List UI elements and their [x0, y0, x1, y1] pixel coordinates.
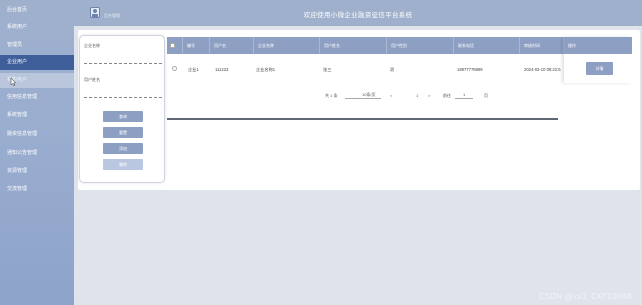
user-name-label: 用户姓名: [84, 77, 100, 82]
row-checkbox[interactable]: [172, 66, 177, 71]
col-username: 用户名: [210, 37, 254, 54]
page-size-label: 10条/页: [362, 92, 376, 97]
company-name-input[interactable]: [84, 63, 162, 64]
watermark: CSDN @vx2_CKF10088: [539, 292, 632, 301]
col-gender: 用户性别: [387, 37, 454, 54]
sidebar-item-system-mgmt[interactable]: 系统管理: [0, 108, 74, 123]
col-time: 审核时间: [520, 37, 564, 54]
col-phone: 联系电话: [454, 37, 520, 54]
delete-button[interactable]: 删除: [103, 159, 143, 170]
goto-page-input[interactable]: 1: [455, 91, 473, 99]
cell-time: 2024-03-10 09:22:5: [524, 67, 561, 72]
sidebar-item-financing[interactable]: 融资信息管理: [0, 127, 74, 142]
sidebar-item-institution-users[interactable]: 机构用户: [0, 73, 74, 88]
goto-label: 前往: [443, 93, 451, 98]
details-button[interactable]: 详情: [586, 62, 613, 75]
sidebar-item-resource[interactable]: 资源管理: [0, 164, 74, 179]
search-button[interactable]: 查询: [103, 111, 143, 122]
user-name-input[interactable]: [84, 97, 162, 98]
header-select-all[interactable]: [167, 37, 183, 54]
select-all-checkbox[interactable]: [170, 43, 175, 48]
cell-id: 企业1: [188, 67, 199, 72]
goto-page-value: 1: [463, 92, 466, 97]
op-column: 操作: [564, 37, 632, 83]
page-unit-label: 页: [484, 93, 488, 98]
cell-phone: 18977778899: [457, 67, 483, 72]
horizontal-scrollbar[interactable]: [167, 118, 558, 120]
col-id: 编号: [183, 37, 210, 54]
sidebar-item-communication[interactable]: 交流管理: [0, 182, 74, 197]
col-operations: 操作: [564, 37, 632, 54]
cell-company: 企业名称1: [256, 67, 276, 72]
header: 后台管理 欢迎使用小微企业融资征信平台系统: [74, 0, 642, 26]
sidebar-item-credit-info[interactable]: 信用信息管理: [0, 90, 74, 105]
sidebar-item-notice[interactable]: 通知公告管理: [0, 146, 74, 161]
page-title: 欢迎使用小微企业融资征信平台系统: [303, 12, 413, 19]
reset-button[interactable]: 重置: [103, 127, 143, 138]
company-name-label: 企业名称: [84, 43, 100, 48]
prev-page-button[interactable]: <: [390, 93, 392, 98]
sidebar-item-home[interactable]: 后台首页: [0, 3, 74, 18]
page-size-select[interactable]: 10条/页: [345, 91, 381, 99]
col-company: 企业名称: [254, 37, 320, 54]
page-number[interactable]: 1: [416, 93, 418, 98]
col-name: 用户姓名: [320, 37, 387, 54]
cell-name: 张三: [323, 67, 332, 72]
sidebar-item-admin[interactable]: 管理员: [0, 38, 74, 53]
next-page-button[interactable]: >: [428, 93, 430, 98]
cell-gender: 男: [390, 67, 395, 72]
search-card: 企业名称 用户姓名 查询 重置 添加 删除: [79, 35, 165, 183]
pagination-total: 共 1 条: [325, 93, 338, 98]
sidebar-item-system-users[interactable]: 系统用户: [0, 20, 74, 35]
sidebar-item-company-users[interactable]: 企业用户: [0, 55, 74, 70]
cell-username: 111223: [215, 67, 229, 72]
add-button[interactable]: 添加: [103, 143, 143, 154]
table-header: 编号 用户名 企业名称 用户姓名 用户性别 联系电话 审核时间: [167, 37, 632, 54]
sidebar: 后台首页 系统用户 管理员 企业用户 机构用户 信用信息管理 系统管理 融资信息…: [0, 0, 74, 305]
